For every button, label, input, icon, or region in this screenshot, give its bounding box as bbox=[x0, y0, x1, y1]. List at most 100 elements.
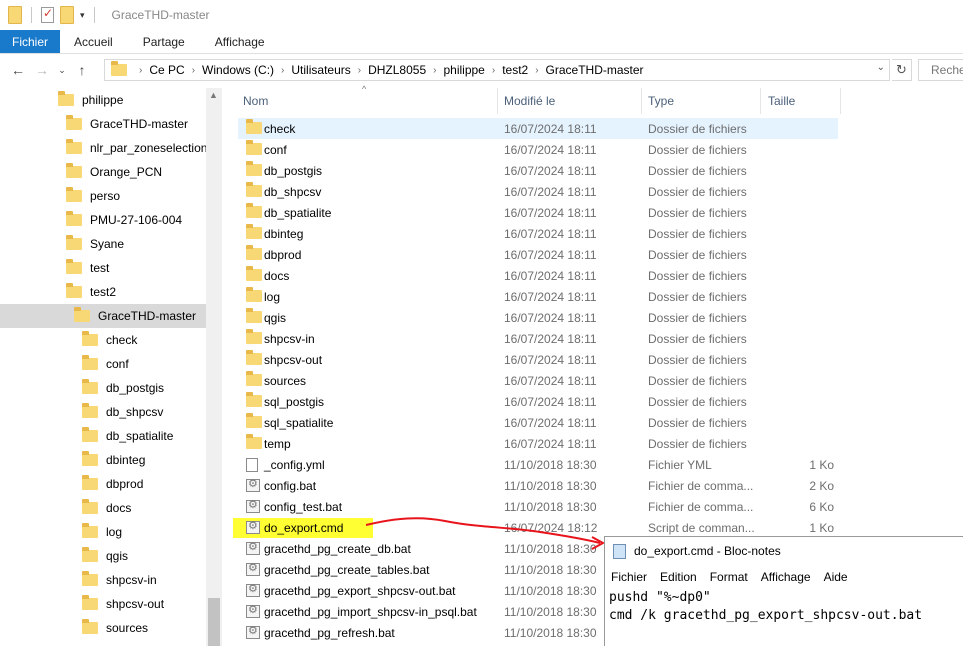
file-date: 16/07/2024 18:11 bbox=[504, 205, 597, 220]
column-header-type[interactable]: Type bbox=[648, 88, 760, 114]
tab-file[interactable]: Fichier bbox=[0, 30, 61, 53]
recent-locations-icon[interactable]: ⌄ bbox=[54, 65, 70, 76]
sidebar-item[interactable]: GraceTHD-master bbox=[0, 304, 206, 328]
breadcrumb-user[interactable]: DHZL8055 bbox=[368, 63, 426, 77]
file-row[interactable]: do_export.cmd 16/07/2024 18:12 Script de c… bbox=[238, 517, 838, 538]
breadcrumb-current[interactable]: GraceTHD-master bbox=[546, 63, 644, 77]
sidebar-item[interactable]: docs bbox=[0, 496, 206, 520]
file-row[interactable]: dbinteg 16/07/2024 18:11 Dossier de fichie… bbox=[238, 223, 838, 244]
sidebar-item[interactable]: PMU-27-106-004 bbox=[0, 208, 206, 232]
menu-format[interactable]: Format bbox=[710, 570, 748, 584]
properties-icon[interactable] bbox=[41, 6, 54, 23]
chevron-right-icon[interactable]: › bbox=[192, 65, 195, 76]
file-row[interactable]: temp 16/07/2024 18:11 Dossier de fichiers bbox=[238, 433, 838, 454]
back-arrow-icon[interactable]: ← bbox=[6, 62, 30, 78]
sidebar-item[interactable]: db_spatialite bbox=[0, 424, 206, 448]
tab-share[interactable]: Partage bbox=[129, 30, 201, 53]
customize-toolbar-icon[interactable]: ▾ bbox=[80, 10, 85, 21]
file-row[interactable]: conf 16/07/2024 18:11 Dossier de fichiers bbox=[238, 139, 838, 160]
forward-arrow-icon[interactable]: → bbox=[30, 62, 54, 78]
address-bar[interactable]: › Ce PC › Windows (C:) › Utilisateurs › … bbox=[104, 59, 890, 81]
file-row[interactable]: config_test.bat 11/10/2018 18:30 Fichier d… bbox=[238, 496, 838, 517]
sidebar-item[interactable]: sources bbox=[0, 616, 206, 640]
menu-view[interactable]: Affichage bbox=[761, 570, 811, 584]
breadcrumb-users[interactable]: Utilisateurs bbox=[291, 63, 350, 77]
sidebar-item[interactable]: Syane bbox=[0, 232, 206, 256]
chevron-right-icon[interactable]: › bbox=[535, 65, 538, 76]
sidebar-item[interactable]: dbinteg bbox=[0, 448, 206, 472]
sidebar-item[interactable]: shpcsv-in bbox=[0, 568, 206, 592]
notepad-text-area[interactable]: pushd "%~dp0" cmd /k gracethd_pg_export_s… bbox=[609, 589, 922, 625]
file-type: Dossier de fichiers bbox=[648, 310, 747, 325]
file-row[interactable]: shpcsv-out 16/07/2024 18:11 Dossier de fic… bbox=[238, 349, 838, 370]
breadcrumb-philippe[interactable]: philippe bbox=[443, 63, 484, 77]
chevron-right-icon[interactable]: › bbox=[433, 65, 436, 76]
folder-icon bbox=[66, 283, 82, 298]
file-row[interactable]: _config.yml 11/10/2018 18:30 Fichier YML 1 … bbox=[238, 454, 838, 475]
file-row[interactable]: db_shpcsv 16/07/2024 18:11 Dossier de fich… bbox=[238, 181, 838, 202]
file-row[interactable]: log 16/07/2024 18:11 Dossier de fichiers bbox=[238, 286, 838, 307]
sidebar-scrollbar[interactable]: ▲ bbox=[206, 88, 222, 646]
file-size: 1 Ko bbox=[809, 457, 834, 472]
refresh-icon[interactable]: ↻ bbox=[892, 59, 912, 81]
search-input[interactable]: Reche bbox=[918, 59, 963, 81]
up-arrow-icon[interactable]: ↑ bbox=[70, 62, 94, 78]
sidebar-item[interactable]: db_shpcsv bbox=[0, 400, 206, 424]
file-row[interactable]: db_postgis 16/07/2024 18:11 Dossier de fic… bbox=[238, 160, 838, 181]
column-divider[interactable] bbox=[641, 88, 642, 114]
sidebar-item[interactable]: shpcsv-out bbox=[0, 592, 206, 616]
file-date: 16/07/2024 18:11 bbox=[504, 310, 597, 325]
column-divider[interactable] bbox=[760, 88, 761, 114]
column-header-name[interactable]: Nom bbox=[243, 88, 498, 114]
sidebar-item[interactable]: perso bbox=[0, 184, 206, 208]
menu-edit[interactable]: Edition bbox=[660, 570, 697, 584]
sidebar-item[interactable]: check bbox=[0, 328, 206, 352]
file-row[interactable]: config.bat 11/10/2018 18:30 Fichier de com… bbox=[238, 475, 838, 496]
chevron-right-icon[interactable]: › bbox=[139, 65, 142, 76]
file-row[interactable]: db_spatialite 16/07/2024 18:11 Dossier de … bbox=[238, 202, 838, 223]
column-divider[interactable] bbox=[840, 88, 841, 114]
file-row[interactable]: sql_spatialite 16/07/2024 18:11 Dossier de… bbox=[238, 412, 838, 433]
chevron-down-icon[interactable]: ⌄ bbox=[877, 62, 885, 73]
folder-icon bbox=[8, 6, 22, 24]
sidebar-item[interactable]: qgis bbox=[0, 544, 206, 568]
sidebar-item[interactable]: test bbox=[0, 256, 206, 280]
file-row[interactable]: qgis 16/07/2024 18:11 Dossier de fichiers bbox=[238, 307, 838, 328]
new-folder-icon[interactable] bbox=[60, 6, 74, 24]
menu-help[interactable]: Aide bbox=[824, 570, 848, 584]
sidebar-item[interactable]: test2 bbox=[0, 280, 206, 304]
column-divider[interactable] bbox=[497, 88, 498, 114]
chevron-right-icon[interactable]: › bbox=[281, 65, 284, 76]
sidebar-item[interactable]: log bbox=[0, 520, 206, 544]
column-header-modified[interactable]: Modifié le bbox=[504, 88, 641, 114]
sidebar-item-label: conf bbox=[106, 357, 129, 371]
sidebar-item[interactable]: GraceTHD-master bbox=[0, 112, 206, 136]
tab-view[interactable]: Affichage bbox=[201, 30, 281, 53]
sidebar-item[interactable]: db_postgis bbox=[0, 376, 206, 400]
tab-home[interactable]: Accueil bbox=[60, 30, 129, 53]
sidebar-item-label: dbinteg bbox=[106, 453, 146, 467]
chevron-right-icon[interactable]: › bbox=[492, 65, 495, 76]
scrollbar-thumb[interactable] bbox=[208, 598, 220, 646]
file-date: 16/07/2024 18:11 bbox=[504, 436, 597, 451]
file-row[interactable]: sql_postgis 16/07/2024 18:11 Dossier de fi… bbox=[238, 391, 838, 412]
file-row[interactable]: dbprod 16/07/2024 18:11 Dossier de fichier… bbox=[238, 244, 838, 265]
sidebar-item[interactable]: philippe bbox=[0, 88, 206, 112]
scroll-up-icon[interactable]: ▲ bbox=[209, 90, 218, 100]
file-row[interactable]: shpcsv-in 16/07/2024 18:11 Dossier de fich… bbox=[238, 328, 838, 349]
folder-icon bbox=[246, 224, 262, 239]
sidebar-item[interactable]: conf bbox=[0, 352, 206, 376]
column-header-size[interactable]: Taille bbox=[768, 88, 840, 114]
breadcrumb-this-pc[interactable]: Ce PC bbox=[149, 63, 184, 77]
file-row[interactable]: sources 16/07/2024 18:11 Dossier de fichie… bbox=[238, 370, 838, 391]
sidebar-item[interactable]: dbprod bbox=[0, 472, 206, 496]
sidebar-item[interactable]: Orange_PCN bbox=[0, 160, 206, 184]
file-row[interactable]: docs 16/07/2024 18:11 Dossier de fichiers bbox=[238, 265, 838, 286]
breadcrumb-test2[interactable]: test2 bbox=[502, 63, 528, 77]
file-row[interactable]: check 16/07/2024 18:11 Dossier de fichiers bbox=[238, 118, 838, 139]
file-date: 11/10/2018 18:30 bbox=[504, 625, 597, 640]
sidebar-item[interactable]: nlr_par_zoneselection_p bbox=[0, 136, 221, 160]
chevron-right-icon[interactable]: › bbox=[358, 65, 361, 76]
menu-file[interactable]: Fichier bbox=[611, 570, 647, 584]
breadcrumb-drive[interactable]: Windows (C:) bbox=[202, 63, 274, 77]
